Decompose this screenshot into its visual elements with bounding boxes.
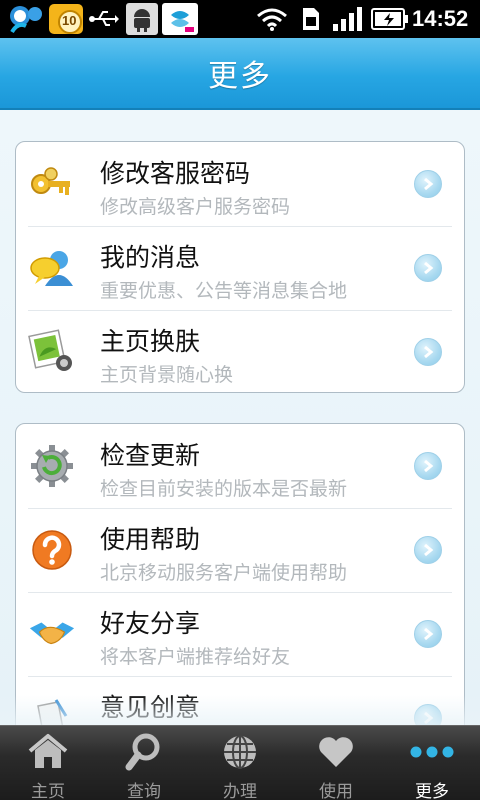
globe-icon [216,730,264,774]
list-item-subtitle: 将本客户端推荐给好友 [100,646,291,668]
list-item-change-skin[interactable]: 主页换肤 主页背景随心换 [16,310,466,394]
list-item-title: 意见创意 [100,693,201,722]
chevron-right-icon [414,452,442,480]
bottom-tab-bar: 主页 查询 办理 使用 更多 [0,725,480,800]
settings-group-account: 修改客服密码 修改高级客户服务密码 我的消息 重要优惠、公告等消息集合地 主页换… [15,141,465,393]
list-item-subtitle: 北京移动服务客户端使用帮助 [100,562,348,584]
app-badge-icon: 10 [48,3,84,35]
tab-query[interactable]: 查询 [96,726,192,800]
tab-label: 查询 [127,782,161,800]
android-debug-icon [126,3,158,35]
qq-notification-icon [6,3,46,35]
skin-icon [28,328,76,376]
wifi-icon [254,3,290,35]
clock: 14:52 [412,6,469,31]
chevron-right-icon [414,620,442,648]
more-dots-icon [408,730,456,774]
help-icon [28,526,76,574]
signal-strength-icon [330,3,364,35]
list-item-feedback[interactable]: 意见创意 [16,676,466,725]
china-mobile-icon [162,3,198,35]
list-item-help[interactable]: 使用帮助 北京移动服务客户端使用帮助 [16,508,466,592]
home-icon [24,730,72,774]
list-item-subtitle: 检查目前安装的版本是否最新 [100,478,348,500]
list-item-my-messages[interactable]: 我的消息 重要优惠、公告等消息集合地 [16,226,466,310]
tab-usage[interactable]: 使用 [288,726,384,800]
chevron-right-icon [414,704,442,725]
list-item-title: 主页换肤 [100,327,201,356]
chevron-right-icon [414,536,442,564]
list-item-title: 好友分享 [100,609,201,638]
list-item-share[interactable]: 好友分享 将本客户端推荐给好友 [16,592,466,676]
tab-label: 办理 [223,782,257,800]
usb-icon [88,3,120,35]
key-icon [28,160,76,208]
tab-handle[interactable]: 办理 [192,726,288,800]
heart-icon [312,730,360,774]
title-bar: 更多 [0,38,480,110]
list-item-title: 使用帮助 [100,525,201,554]
chevron-right-icon [414,170,442,198]
list-item-title: 修改客服密码 [100,159,251,188]
tab-more[interactable]: 更多 [384,726,480,800]
chevron-right-icon [414,254,442,282]
feedback-icon [28,694,76,725]
sim-card-icon [298,3,324,35]
more-settings-list[interactable]: 修改客服密码 修改高级客户服务密码 我的消息 重要优惠、公告等消息集合地 主页换… [0,110,480,725]
status-bar: 10 14:52 [0,0,480,38]
app-badge-count: 10 [62,13,77,28]
tab-home[interactable]: 主页 [0,726,96,800]
magnifier-icon [120,730,168,774]
list-item-subtitle: 重要优惠、公告等消息集合地 [100,280,348,302]
update-gear-icon [28,442,76,490]
chevron-right-icon [414,338,442,366]
tab-label: 主页 [31,782,65,800]
settings-group-app: 检查更新 检查目前安装的版本是否最新 使用帮助 北京移动服务客户端使用帮助 好友… [15,423,465,725]
list-item-subtitle: 修改高级客户服务密码 [100,196,291,218]
battery-charging-icon [370,3,410,35]
tab-label: 使用 [319,782,353,800]
message-user-icon [28,244,76,292]
list-item-title: 我的消息 [100,243,201,272]
handshake-icon [28,610,76,658]
list-item-title: 检查更新 [100,441,201,470]
list-item-change-password[interactable]: 修改客服密码 修改高级客户服务密码 [16,142,466,226]
page-title: 更多 [208,59,272,94]
list-item-subtitle: 主页背景随心换 [100,364,234,386]
list-item-check-update[interactable]: 检查更新 检查目前安装的版本是否最新 [16,424,466,508]
tab-label: 更多 [415,782,449,800]
